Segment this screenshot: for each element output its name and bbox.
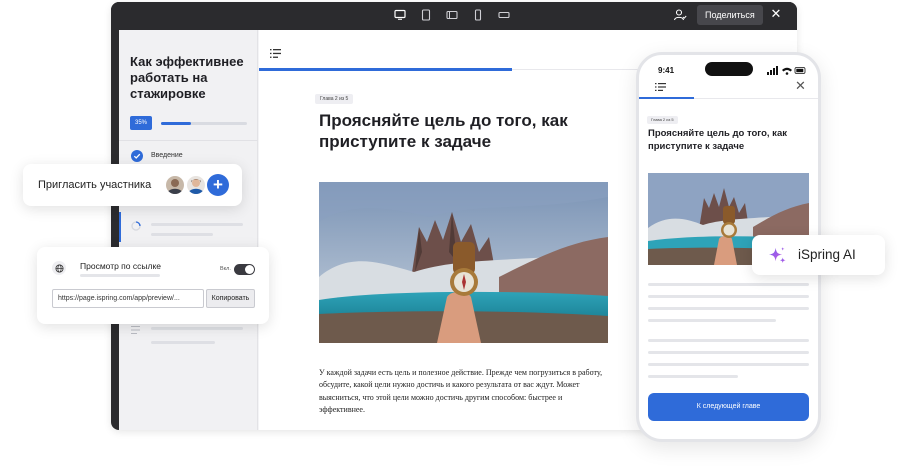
sparkles-icon	[768, 246, 786, 264]
progress-fill	[161, 122, 192, 125]
lesson-body: У каждой задачи есть цель и полезное дей…	[319, 368, 603, 414]
next-chapter-button[interactable]: К следующей главе	[648, 393, 809, 421]
progress-badge: 35%	[130, 116, 152, 130]
desktop-icon[interactable]	[393, 8, 407, 22]
top-toolbar: Поделиться ✕	[111, 2, 797, 28]
table-of-contents-icon[interactable]	[655, 83, 666, 91]
sidebar-placeholder-line	[151, 233, 213, 236]
avatar	[185, 174, 207, 196]
copy-button[interactable]: Копировать	[206, 289, 255, 308]
status-time: 9:41	[658, 66, 675, 75]
link-access-toggle[interactable]	[234, 264, 255, 275]
lesson-progress-bar	[259, 68, 512, 71]
placeholder-line	[648, 363, 809, 366]
toggle-knob	[245, 265, 254, 274]
placeholder-line	[648, 339, 809, 342]
sidebar-placeholder-line	[151, 341, 215, 344]
close-icon[interactable]: ✕	[795, 79, 806, 93]
placeholder-line	[648, 295, 809, 298]
placeholder-line	[648, 283, 809, 286]
chapter-badge: Глава 2 из 5	[647, 116, 678, 124]
check-circle-icon	[131, 150, 143, 162]
lesson-title: Проясняйте цель до того, как приступите …	[319, 111, 568, 151]
share-button[interactable]: Поделиться	[697, 5, 763, 25]
placeholder-line	[648, 375, 738, 378]
course-sidebar: Как эффективнее работать на стажировке 3…	[119, 30, 258, 430]
table-of-contents-icon[interactable]	[270, 49, 281, 58]
sidebar-placeholder-line	[151, 223, 243, 226]
lesson-image	[319, 182, 608, 343]
active-item-marker	[119, 212, 121, 242]
placeholder-line	[648, 307, 809, 310]
link-view-title: Просмотр по ссылке	[80, 261, 161, 271]
placeholder-line	[648, 319, 776, 322]
link-share-card: Просмотр по ссылке Вкл. https://page.isp…	[37, 247, 269, 324]
chapter-badge: Глава 2 из 5	[315, 94, 354, 104]
sidebar-placeholder-line	[151, 327, 243, 330]
placeholder-line	[80, 274, 160, 277]
toggle-label: Вкл.	[220, 266, 231, 272]
add-participant-button[interactable]: +	[207, 174, 229, 196]
phone-icon[interactable]	[471, 8, 485, 22]
loading-icon	[131, 221, 141, 231]
close-icon[interactable]: ✕	[769, 7, 783, 21]
sidebar-divider	[119, 140, 258, 141]
phone-notch	[705, 62, 753, 76]
status-icons	[767, 66, 806, 75]
phone-landscape-icon[interactable]	[497, 8, 511, 22]
tablet-icon[interactable]	[419, 8, 433, 22]
tablet-landscape-icon[interactable]	[445, 8, 459, 22]
invite-card: Пригласить участника +	[23, 164, 242, 206]
placeholder-line	[648, 351, 809, 354]
stage: Поделиться ✕ Как эффективнее работать на…	[0, 0, 912, 466]
course-title: Как эффективнее работать на стажировке	[130, 54, 244, 101]
share-url-field[interactable]: https://page.ispring.com/app/preview/...	[52, 289, 204, 308]
ai-badge: iSpring AI	[752, 235, 885, 275]
sidebar-item-intro[interactable]: Введение	[151, 152, 183, 159]
lesson-progress-bar	[639, 97, 694, 99]
ai-label: iSpring AI	[798, 247, 856, 262]
lesson-title: Проясняйте цель до того, как приступите …	[648, 128, 787, 152]
text-lines-icon	[131, 326, 140, 334]
user-settings-icon[interactable]	[673, 8, 687, 22]
progress-track	[161, 122, 247, 125]
invite-label: Пригласить участника	[38, 179, 152, 191]
avatar	[164, 174, 186, 196]
device-switcher	[393, 8, 511, 22]
globe-icon	[52, 261, 66, 275]
